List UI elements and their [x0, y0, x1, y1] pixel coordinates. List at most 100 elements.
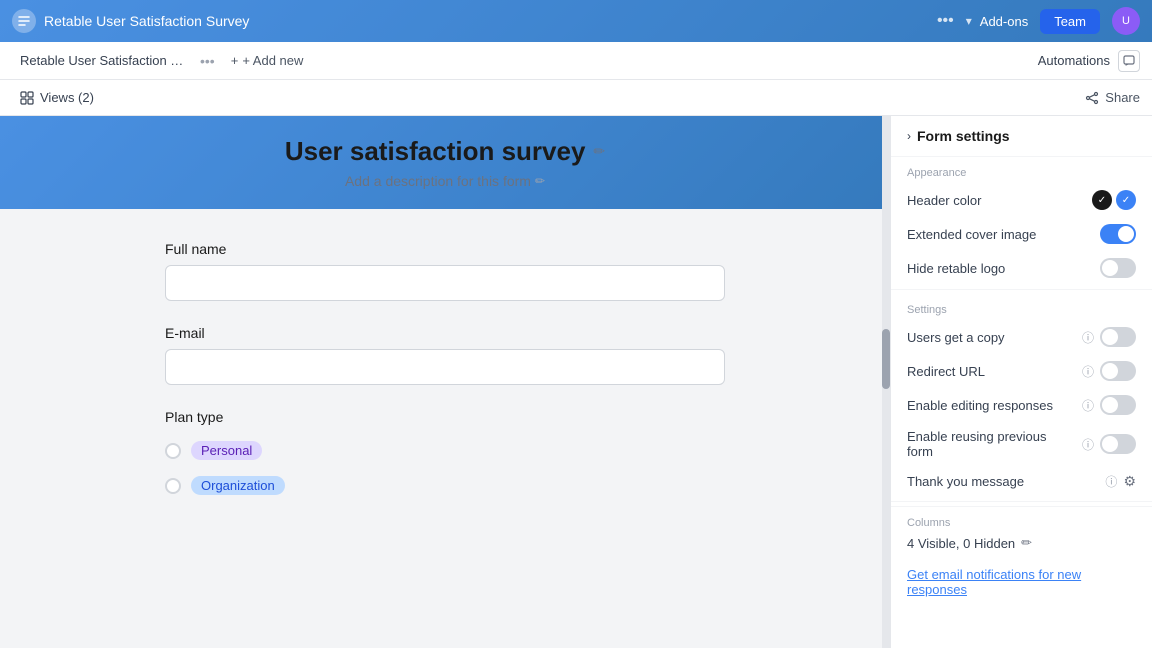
- users-copy-knob: [1102, 329, 1118, 345]
- redirect-url-knob: [1102, 363, 1118, 379]
- enable-editing-row: Enable editing responses ⓘ: [891, 388, 1152, 422]
- users-copy-toggle[interactable]: [1100, 327, 1136, 347]
- blue-check-icon: ✓: [1122, 195, 1130, 206]
- extended-cover-knob: [1118, 226, 1134, 242]
- description-edit-icon[interactable]: ✏: [535, 174, 545, 188]
- form-settings-title: Form settings: [917, 128, 1010, 144]
- thank-you-gear-icon[interactable]: ⚙: [1123, 473, 1136, 490]
- organization-badge[interactable]: Organization: [191, 476, 285, 495]
- enable-reusing-knob: [1102, 436, 1118, 452]
- enable-reusing-toggle[interactable]: [1100, 434, 1136, 454]
- thank-you-label: Thank you message: [907, 474, 1099, 489]
- form-description-text[interactable]: Add a description for this form: [345, 173, 531, 189]
- divider-1: [891, 289, 1152, 290]
- email-field-group: E-mail: [165, 325, 725, 385]
- color-dark-button[interactable]: ✓: [1092, 190, 1112, 210]
- addons-button[interactable]: Add-ons: [980, 14, 1028, 29]
- plantype-field-group: Plan type Personal Organization: [165, 409, 725, 503]
- enable-editing-info-icon[interactable]: ⓘ: [1082, 397, 1094, 414]
- nav-more-icon[interactable]: •••: [933, 12, 958, 30]
- columns-visible-text: 4 Visible, 0 Hidden: [907, 536, 1015, 551]
- email-notification-link[interactable]: Get email notifications for new response…: [891, 561, 1152, 603]
- redirect-url-info-icon[interactable]: ⓘ: [1082, 363, 1094, 380]
- hide-logo-knob: [1102, 260, 1118, 276]
- chat-icon[interactable]: [1118, 50, 1140, 72]
- views-button[interactable]: Views (2): [12, 86, 102, 109]
- organization-radio[interactable]: [165, 478, 181, 494]
- sub-nav-right: Automations: [1038, 50, 1140, 72]
- appearance-group-label: Appearance: [891, 157, 1152, 183]
- views-label: Views (2): [40, 90, 94, 105]
- form-settings-header[interactable]: › Form settings: [891, 116, 1152, 157]
- dark-check-icon: ✓: [1098, 195, 1106, 206]
- form-preview-area: User satisfaction survey ✏ Add a descrip…: [0, 116, 890, 648]
- scroll-track[interactable]: [882, 116, 890, 648]
- hide-logo-label: Hide retable logo: [907, 261, 1094, 276]
- form-description-row: Add a description for this form ✏: [345, 173, 545, 189]
- color-options: ✓ ✓: [1092, 190, 1136, 210]
- current-tab[interactable]: Retable User Satisfaction S...: [12, 49, 192, 72]
- redirect-url-toggle[interactable]: [1100, 361, 1136, 381]
- header-color-row: Header color ✓ ✓: [891, 183, 1152, 217]
- plan-option-organization[interactable]: Organization: [165, 476, 725, 495]
- app-logo: [12, 9, 36, 33]
- extended-cover-row: Extended cover image: [891, 217, 1152, 251]
- header-color-label: Header color: [907, 193, 1092, 208]
- project-title: Retable User Satisfaction Survey: [44, 13, 925, 29]
- form-title-row: User satisfaction survey ✏: [285, 136, 605, 167]
- views-bar: Views (2) Share: [0, 80, 1152, 116]
- team-button[interactable]: Team: [1040, 9, 1100, 34]
- enable-reusing-info-icon[interactable]: ⓘ: [1082, 436, 1094, 453]
- user-avatar[interactable]: U: [1112, 7, 1140, 35]
- add-new-label: + Add new: [242, 53, 303, 68]
- form-content: Full name E-mail Plan type Personal Orga…: [145, 209, 745, 535]
- hide-logo-row: Hide retable logo: [891, 251, 1152, 285]
- enable-editing-toggle[interactable]: [1100, 395, 1136, 415]
- add-new-button[interactable]: + + Add new: [223, 49, 312, 72]
- automations-button[interactable]: Automations: [1038, 53, 1110, 68]
- settings-group-label: Settings: [891, 294, 1152, 320]
- tab-more-icon[interactable]: •••: [200, 53, 215, 69]
- settings-chevron-icon: ›: [907, 129, 911, 143]
- users-copy-info-icon[interactable]: ⓘ: [1082, 329, 1094, 346]
- columns-section: Columns 4 Visible, 0 Hidden ✏: [891, 506, 1152, 561]
- extended-cover-toggle[interactable]: [1100, 224, 1136, 244]
- personal-badge[interactable]: Personal: [191, 441, 262, 460]
- share-label: Share: [1105, 90, 1140, 105]
- columns-label: Columns: [907, 517, 1136, 529]
- form-title: User satisfaction survey: [285, 136, 586, 167]
- right-panel: › Form settings Appearance Header color …: [890, 116, 1152, 648]
- thank-you-info-icon[interactable]: ⓘ: [1105, 473, 1117, 490]
- share-button[interactable]: Share: [1085, 90, 1140, 105]
- enable-editing-label: Enable editing responses: [907, 398, 1076, 413]
- nav-chevron-icon[interactable]: ▾: [966, 14, 972, 28]
- plantype-label: Plan type: [165, 409, 725, 425]
- add-icon: +: [231, 53, 239, 68]
- fullname-label: Full name: [165, 241, 725, 257]
- redirect-url-row: Redirect URL ⓘ: [891, 354, 1152, 388]
- color-blue-button[interactable]: ✓: [1116, 190, 1136, 210]
- columns-edit-icon[interactable]: ✏: [1021, 535, 1032, 551]
- enable-reusing-row: Enable reusing previous form ⓘ: [891, 422, 1152, 466]
- enable-reusing-label: Enable reusing previous form: [907, 429, 1076, 459]
- hide-logo-toggle[interactable]: [1100, 258, 1136, 278]
- redirect-url-label: Redirect URL: [907, 364, 1076, 379]
- enable-editing-knob: [1102, 397, 1118, 413]
- email-input[interactable]: [165, 349, 725, 385]
- extended-cover-label: Extended cover image: [907, 227, 1094, 242]
- personal-radio[interactable]: [165, 443, 181, 459]
- top-nav: Retable User Satisfaction Survey ••• ▾ A…: [0, 0, 1152, 42]
- columns-visible-row: 4 Visible, 0 Hidden ✏: [907, 535, 1136, 551]
- users-copy-label: Users get a copy: [907, 330, 1076, 345]
- main-layout: User satisfaction survey ✏ Add a descrip…: [0, 116, 1152, 648]
- email-label: E-mail: [165, 325, 725, 341]
- fullname-input[interactable]: [165, 265, 725, 301]
- divider-2: [891, 501, 1152, 502]
- sub-nav: Retable User Satisfaction S... ••• + + A…: [0, 42, 1152, 80]
- nav-right-actions: Add-ons Team U: [980, 7, 1140, 35]
- thank-you-row: Thank you message ⓘ ⚙: [891, 466, 1152, 497]
- scroll-thumb[interactable]: [882, 329, 890, 389]
- title-edit-icon[interactable]: ✏: [593, 143, 605, 160]
- plan-option-personal[interactable]: Personal: [165, 441, 725, 460]
- users-copy-row: Users get a copy ⓘ: [891, 320, 1152, 354]
